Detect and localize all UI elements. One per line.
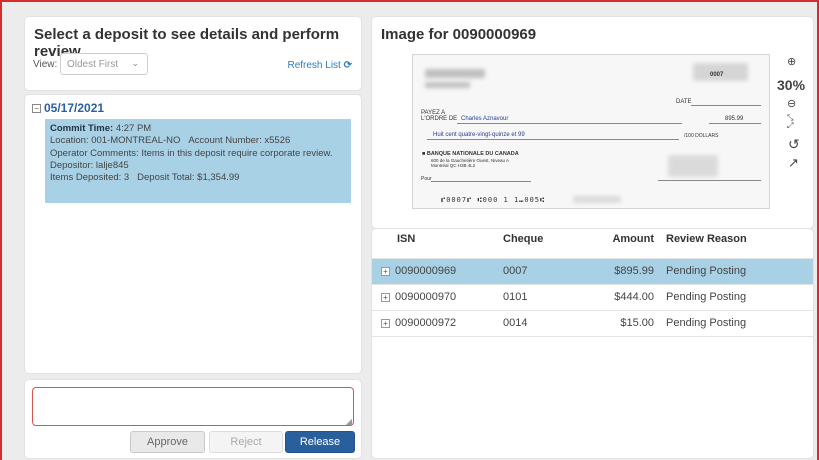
cell-cheque: 0007	[503, 258, 581, 285]
table-row[interactable]: +0090000970 0101 $444.00 Pending Posting	[372, 284, 813, 311]
rotate-right-icon[interactable]: ↗	[788, 155, 799, 171]
rotate-left-icon[interactable]: ↺	[788, 136, 800, 153]
cell-isn: +0090000969	[372, 258, 503, 285]
bank-address-2: Montréal QC H3B 4L2	[431, 163, 476, 168]
view-sort-value: Oldest First	[67, 59, 119, 70]
cell-amount: $15.00	[581, 310, 654, 337]
cheque-image[interactable]: 0007 DATE PAYEZ A L'ORDRE DE Charles Azn…	[412, 54, 770, 209]
table-row[interactable]: +0090000969 0007 $895.99 Pending Posting	[372, 258, 813, 285]
column-header-review-reason[interactable]: Review Reason	[654, 229, 813, 259]
reject-button[interactable]: Reject	[209, 431, 283, 453]
deposit-selection-panel: Select a deposit to see details and perf…	[25, 17, 361, 90]
cheque-payee: Charles Aznavour	[461, 116, 509, 122]
bank-name-text: BANQUE NATIONALE DU CANADA	[426, 151, 519, 157]
release-button[interactable]: Release	[285, 431, 355, 453]
approve-button[interactable]: Approve	[130, 431, 205, 453]
image-title: Image for 0090000969	[381, 26, 537, 43]
zoom-level: 30%	[777, 77, 806, 93]
column-header-cheque-number[interactable]: Cheque Number	[503, 229, 581, 259]
commit-time-label: Commit Time:	[50, 123, 114, 134]
items-deposited: Items Deposited: 3	[50, 172, 130, 184]
cheque-memo-label: Pour	[421, 176, 432, 182]
expand-row-icon[interactable]: +	[381, 319, 390, 328]
refresh-icon: ⟳	[343, 60, 352, 71]
cell-reason: Pending Posting	[654, 258, 813, 285]
column-header-cheque-number-text: Cheque Number	[503, 233, 544, 245]
table-row[interactable]: +0090000972 0014 $15.00 Pending Posting	[372, 310, 813, 337]
items-table: ISN Cheque Number Amount Review Reason +…	[372, 229, 813, 337]
deposit-list-panel: −05/17/2021 Commit Time: 4:27 PM Locatio…	[25, 95, 361, 373]
deposit-location: Location: 001-MONTREAL-NO	[50, 135, 181, 147]
view-label: View:	[33, 59, 58, 70]
refresh-list-link[interactable]: Refresh List ⟳	[287, 60, 352, 71]
deposit-account: Account Number: x5526	[188, 135, 291, 147]
commit-time: 4:27 PM	[115, 123, 152, 134]
cell-reason: Pending Posting	[654, 310, 813, 337]
cheque-dollars-label: /100 DOLLARS	[684, 133, 719, 139]
deposit-item-selected[interactable]: Commit Time: 4:27 PM Location: 001-MONTR…	[45, 119, 351, 203]
depositor: Depositor: lalje845	[50, 159, 129, 171]
item-grid-panel: ISN Cheque Number Amount Review Reason +…	[372, 229, 813, 458]
view-sort-select[interactable]: Oldest First ⌄	[60, 53, 148, 75]
resize-grip-icon[interactable]: ◢	[346, 417, 352, 426]
review-action-panel: ◢ Approve Reject Release	[25, 380, 361, 458]
deposit-date-group[interactable]: −05/17/2021	[32, 101, 104, 115]
review-comment-input[interactable]	[32, 387, 354, 426]
cell-isn: +0090000972	[372, 310, 503, 337]
cell-isn: +0090000970	[372, 284, 503, 311]
cell-cheque: 0014	[503, 310, 581, 337]
collapse-icon[interactable]: −	[32, 104, 41, 113]
cell-amount: $444.00	[581, 284, 654, 311]
operator-comments: Operator Comments: Items in this deposit…	[50, 147, 333, 159]
cheque-payee-label: PAYEZ A L'ORDRE DE	[421, 110, 458, 122]
refresh-list-label: Refresh List	[287, 60, 341, 71]
table-header-row: ISN Cheque Number Amount Review Reason	[372, 229, 813, 259]
expand-row-icon[interactable]: +	[381, 267, 390, 276]
zoom-out-icon[interactable]: ⊖	[787, 97, 796, 110]
deposit-date: 05/17/2021	[44, 101, 105, 115]
cheque-amount-words: Huit cent quatre-vingt-quinze et 99	[433, 132, 525, 138]
cell-cheque: 0101	[503, 284, 581, 311]
isn-value: 0090000970	[395, 291, 457, 303]
column-header-amount[interactable]: Amount	[581, 229, 654, 259]
isn-value: 0090000969	[395, 265, 457, 277]
cheque-number: 0007	[710, 72, 724, 78]
deposit-total: Deposit Total: $1,354.99	[137, 172, 240, 184]
cell-reason: Pending Posting	[654, 284, 813, 311]
cheque-amount: 895.99	[725, 116, 744, 122]
cheque-date-label: DATE	[676, 99, 692, 105]
cheque-micr-line: ⑈0007⑈ ⑆000 1 1⑉005⑆	[441, 196, 546, 204]
expand-icon[interactable]: ⤡ ⤢	[787, 114, 793, 130]
cheque-image-panel: Image for 0090000969 0007 DATE PAYEZ A L…	[372, 17, 813, 228]
bank-name: ■ BANQUE NATIONALE DU CANADA	[422, 151, 519, 157]
zoom-in-icon[interactable]: ⊕	[787, 55, 796, 68]
column-header-isn[interactable]: ISN	[372, 229, 503, 259]
chevron-down-icon: ⌄	[131, 58, 139, 68]
isn-value: 0090000972	[395, 317, 457, 329]
cell-amount: $895.99	[581, 258, 654, 285]
expand-row-icon[interactable]: +	[381, 293, 390, 302]
